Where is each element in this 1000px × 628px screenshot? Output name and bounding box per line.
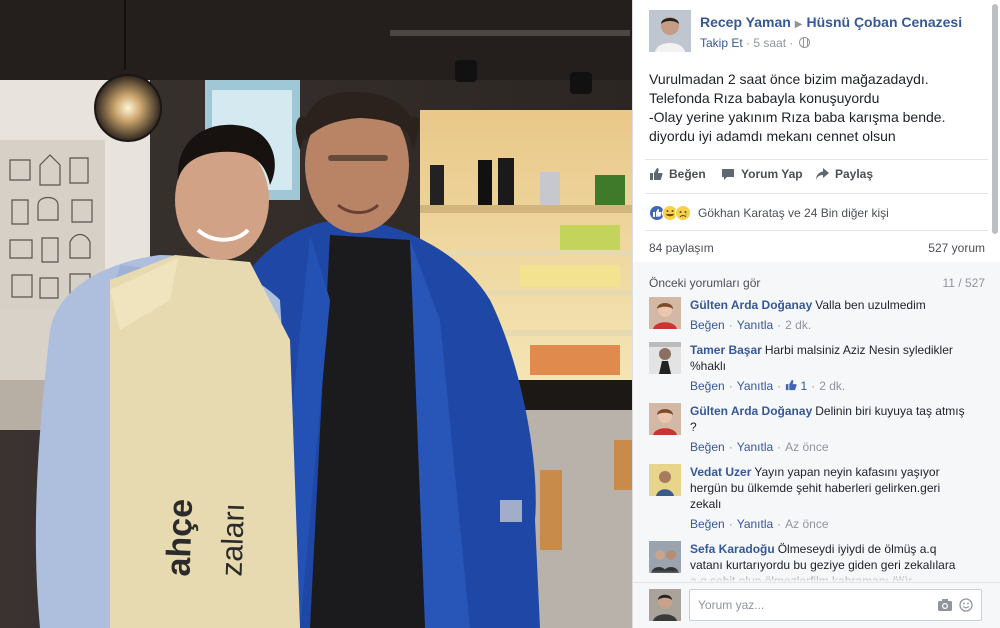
comment-progress: 11 / 527 (942, 276, 985, 290)
follow-button[interactable]: Takip Et (700, 36, 743, 50)
share-count[interactable]: 84 paylaşım (649, 241, 714, 255)
post-time[interactable]: 5 saat (753, 36, 786, 50)
comment-like-link[interactable]: Beğen (690, 379, 725, 393)
post-panel: Recep Yaman ▶ Hüsnü Çoban Cenazesi Takip E… (632, 0, 1000, 628)
apron-text-2: zaları (215, 503, 251, 577)
commenter-name[interactable]: Vedat Uzer (690, 465, 751, 479)
comment-body: Gülten Arda Doğanay Valla ben uzulmedim B… (690, 297, 970, 333)
separator-dot: · (811, 379, 816, 393)
target-page[interactable]: Hüsnü Çoban Cenazesi (807, 14, 963, 30)
comment-input-placeholder: Yorum yaz... (698, 598, 765, 612)
divider (645, 159, 988, 160)
engagement-counts: 84 paylaşım 527 yorum (649, 241, 985, 255)
comment-input[interactable]: Yorum yaz... (689, 589, 982, 621)
input-icons (937, 598, 973, 612)
globe-icon (798, 37, 810, 48)
view-previous-comments-link[interactable]: Önceki yorumları gör (649, 276, 760, 290)
separator-dot: · (728, 318, 733, 332)
post-header: Recep Yaman ▶ Hüsnü Çoban Cenazesi Takip E… (649, 10, 989, 56)
separator-dot: · (728, 440, 733, 454)
post-meta: Takip Et · 5 saat · (700, 36, 810, 50)
sad-reaction-icon (675, 205, 691, 221)
comment-footer: Beğen · Yanıtla · 2 dk. (690, 317, 970, 333)
thumbs-up-icon (786, 379, 797, 391)
comment-time[interactable]: 2 dk. (819, 379, 845, 393)
separator-dot: · (728, 379, 733, 393)
meta-dot-2: · (789, 36, 797, 50)
commenter-avatar[interactable] (649, 403, 681, 435)
comment-like-link[interactable]: Beğen (690, 318, 725, 332)
separator-dot: · (777, 517, 782, 531)
comment-time[interactable]: Az önce (785, 517, 828, 531)
commenter-avatar[interactable] (649, 541, 681, 573)
comment-icon (722, 169, 734, 180)
previous-comments: Önceki yorumları gör 11 / 527 (649, 276, 985, 290)
comment-button[interactable]: Yorum Yap (721, 167, 803, 181)
post-line: -Olay yerine yakınım Rıza baba karışma b… (649, 109, 946, 125)
post-photo[interactable]: ahçe zaları (0, 0, 632, 628)
comment-reply-link[interactable]: Yanıtla (737, 440, 773, 454)
commenter-avatar[interactable] (649, 297, 681, 329)
separator-dot: · (777, 379, 782, 393)
comment-footer: Beğen · Yanıtla · 1 · 2 dk. (690, 378, 970, 394)
camera-icon[interactable] (937, 598, 953, 612)
thumbs-up-icon (650, 168, 663, 180)
comment-reply-link[interactable]: Yanıtla (737, 318, 773, 332)
author-avatar[interactable] (649, 10, 691, 52)
post-line: diyordu iyi adamdı mekanı cennet olsun (649, 128, 896, 144)
post-author-line: Recep Yaman ▶ Hüsnü Çoban Cenazesi (700, 14, 962, 30)
comment-composer: Yorum yaz... (633, 582, 1000, 628)
comment-like-count[interactable]: 1 (801, 379, 808, 393)
post-line: Vurulmadan 2 saat önce bizim mağazadaydı… (649, 71, 929, 87)
commenter-name[interactable]: Gülten Arda Doğanay (690, 298, 812, 312)
reaction-text: Gökhan Karataş ve 24 Bin diğer kişi (698, 206, 889, 220)
separator-dot: · (777, 440, 782, 454)
comment-label: Yorum Yap (741, 167, 803, 181)
reaction-summary[interactable]: Gökhan Karataş ve 24 Bin diğer kişi (649, 203, 989, 223)
comment-footer: Beğen · Yanıtla · Az önce (690, 516, 970, 532)
comment-like-link[interactable]: Beğen (690, 440, 725, 454)
action-bar: Beğen Yorum Yap Paylaş (649, 167, 989, 187)
current-user-avatar (649, 589, 681, 621)
share-button[interactable]: Paylaş (815, 167, 873, 181)
divider (645, 230, 988, 231)
share-icon (816, 168, 829, 180)
caret-right-icon: ▶ (794, 19, 803, 30)
comment-reply-link[interactable]: Yanıtla (737, 517, 773, 531)
divider (645, 193, 988, 194)
scroll-fade (633, 570, 1000, 582)
like-button[interactable]: Beğen (649, 167, 706, 181)
comment-time[interactable]: Az önce (785, 440, 828, 454)
commenter-name[interactable]: Sefa Karadoğu (690, 542, 775, 556)
comment-body: Gülten Arda Doğanay Delinin biri kuyuya t… (690, 403, 970, 455)
comment-reply-link[interactable]: Yanıtla (737, 379, 773, 393)
commenter-avatar[interactable] (649, 342, 681, 374)
post-line: Telefonda Rıza babayla konuşuyordu (649, 90, 880, 106)
emoji-icon[interactable] (959, 598, 973, 612)
comments-section: Önceki yorumları gör 11 / 527 Gülten Ard… (633, 262, 1000, 588)
commenter-avatar[interactable] (649, 464, 681, 496)
comment-text: Valla ben uzulmedim (815, 298, 926, 312)
commenter-name[interactable]: Gülten Arda Doğanay (690, 404, 812, 418)
comment-time[interactable]: 2 dk. (785, 318, 811, 332)
author-name[interactable]: Recep Yaman (700, 14, 791, 30)
comment-body: Tamer Başar Harbi malsiniz Aziz Nesin syl… (690, 342, 970, 394)
scrollbar[interactable] (992, 4, 998, 234)
apron-text-1: ahçe (159, 498, 200, 577)
comment-like-link[interactable]: Beğen (690, 517, 725, 531)
separator-dot: · (728, 517, 733, 531)
photo-illustration: ahçe zaları (0, 0, 632, 628)
comment-count[interactable]: 527 yorum (928, 241, 985, 255)
post-text: Vurulmadan 2 saat önce bizim mağazadaydı… (649, 70, 979, 146)
separator-dot: · (777, 318, 782, 332)
share-label: Paylaş (835, 167, 874, 181)
commenter-name[interactable]: Tamer Başar (690, 343, 762, 357)
comment-footer: Beğen · Yanıtla · Az önce (690, 439, 970, 455)
comment-body: Vedat Uzer Yayın yapan neyin kafasını yaş… (690, 464, 970, 532)
like-label: Beğen (669, 167, 706, 181)
